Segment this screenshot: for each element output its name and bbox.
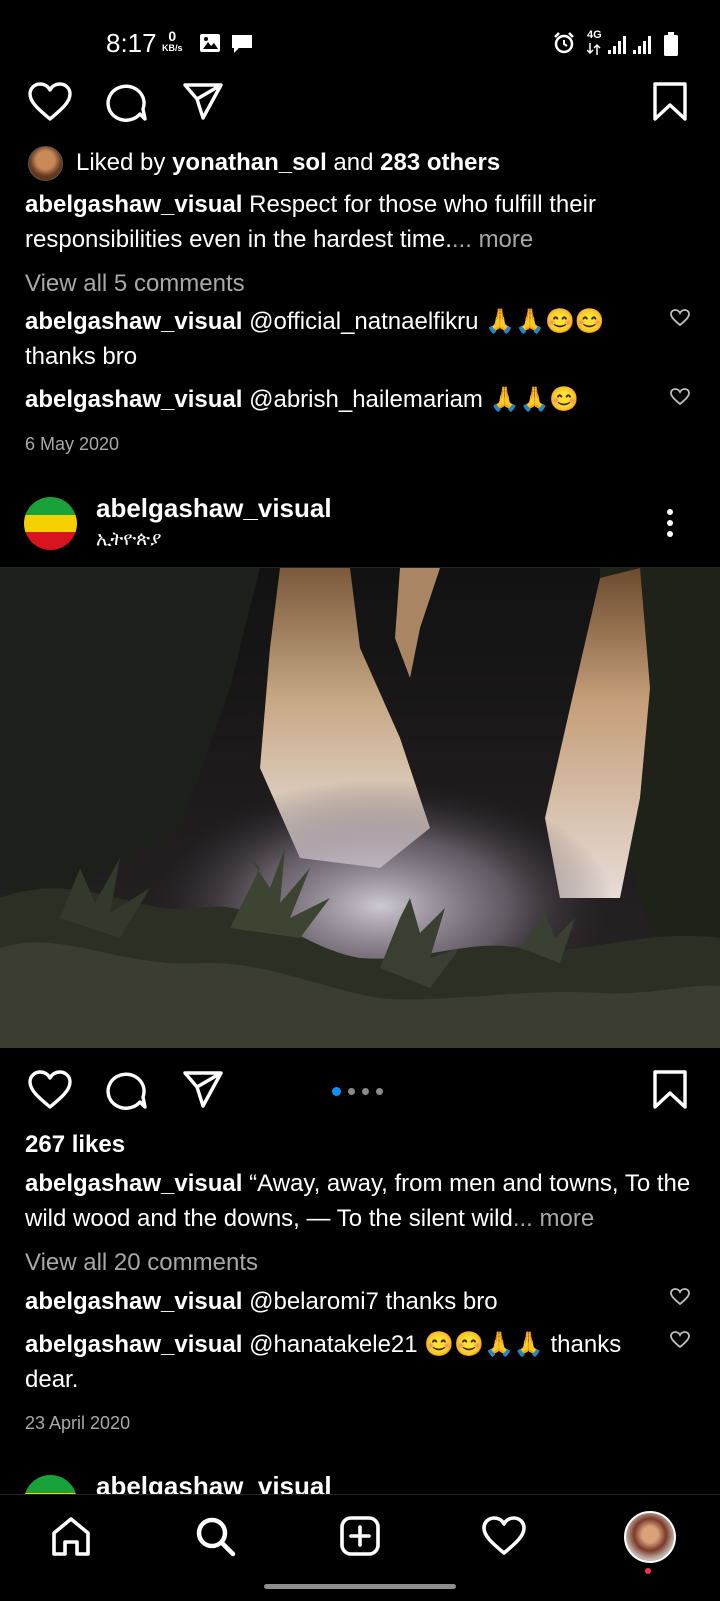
share-button[interactable] — [182, 1070, 224, 1115]
view-all-comments[interactable]: View all 20 comments — [25, 1245, 258, 1280]
heart-icon — [28, 82, 72, 121]
post-date: 6 May 2020 — [25, 434, 120, 454]
liked-by-text[interactable]: Liked by yonathan_sol and 283 others — [76, 145, 500, 180]
alarm-icon — [554, 32, 574, 54]
post-image[interactable] — [0, 568, 720, 1048]
carousel-dot — [348, 1088, 355, 1095]
liker-avatar[interactable] — [28, 146, 63, 181]
post1-caption: abelgashaw_visual Respect for those who … — [25, 191, 596, 253]
heart-icon — [670, 1331, 690, 1349]
heart-icon — [670, 1288, 690, 1306]
add-post-icon — [340, 1516, 380, 1556]
comment-icon — [106, 84, 147, 122]
view-all-comments[interactable]: View all 5 comments — [25, 266, 245, 301]
carousel-dot — [332, 1087, 341, 1096]
network-speed: 0 KB/s — [162, 28, 183, 53]
save-button[interactable] — [652, 1070, 688, 1115]
caption-more[interactable]: ... more — [452, 226, 533, 253]
comment: abelgashaw_visual @official_natnaelfikru… — [25, 308, 605, 370]
status-bar: 8:17 0 KB/s 4G — [0, 0, 720, 88]
notification-dot — [645, 1568, 651, 1574]
nav-activity-button[interactable] — [482, 1516, 526, 1561]
post-username[interactable]: abelgashaw_visual — [96, 493, 332, 524]
carousel-dot — [362, 1088, 369, 1095]
bookmark-icon — [653, 1070, 687, 1109]
status-time: 8:17 — [106, 28, 157, 58]
heart-icon — [28, 1070, 72, 1109]
more-options-button[interactable] — [664, 508, 676, 538]
carousel-dot — [376, 1088, 383, 1095]
carousel-indicator — [332, 1082, 390, 1100]
comment: abelgashaw_visual @belaromi7 thanks bro — [25, 1288, 498, 1315]
nav-profile-avatar[interactable] — [624, 1511, 676, 1563]
comment-icon — [106, 1072, 147, 1110]
profile-avatar[interactable] — [24, 497, 77, 550]
gallery-icon — [200, 34, 220, 52]
post-location[interactable]: ኢትዮጵያ — [96, 529, 161, 551]
signal-icon-2 — [633, 36, 651, 54]
more-vertical-icon — [667, 509, 673, 537]
data-arrows-icon — [587, 43, 601, 55]
comment-like-button[interactable] — [670, 388, 690, 411]
battery-icon — [664, 32, 678, 56]
comment-like-button[interactable] — [670, 309, 690, 332]
caption-username[interactable]: abelgashaw_visual — [25, 191, 242, 218]
comment-like-button[interactable] — [670, 1331, 690, 1354]
save-button[interactable] — [652, 82, 688, 127]
caption-username[interactable]: abelgashaw_visual — [25, 1170, 242, 1197]
nav-home-button[interactable] — [50, 1515, 92, 1562]
comment: abelgashaw_visual @abrish_hailemariam 🙏🙏… — [25, 386, 580, 413]
comment-button[interactable] — [105, 82, 147, 127]
heart-icon — [670, 388, 690, 406]
network-type: 4G — [587, 29, 602, 41]
nav-search-button[interactable] — [194, 1515, 236, 1562]
waterfall-photo — [0, 568, 720, 1048]
signal-icon — [608, 36, 626, 54]
search-icon — [196, 1517, 236, 1557]
send-icon — [183, 1071, 223, 1108]
bookmark-icon — [653, 82, 687, 121]
send-icon — [183, 83, 223, 120]
home-indicator[interactable] — [264, 1584, 456, 1589]
heart-icon — [482, 1516, 526, 1555]
like-button[interactable] — [28, 82, 72, 127]
comment-button[interactable] — [105, 1070, 147, 1115]
post-date: 23 April 2020 — [25, 1413, 131, 1433]
nav-create-button[interactable] — [339, 1515, 381, 1562]
comment: abelgashaw_visual @hanatakele21 😊😊🙏🙏 tha… — [25, 1331, 622, 1393]
caption-more[interactable]: ... more — [513, 1205, 594, 1232]
heart-icon — [670, 309, 690, 327]
like-button[interactable] — [28, 1070, 72, 1115]
message-icon — [232, 35, 252, 53]
share-button[interactable] — [182, 82, 224, 127]
post2-caption: abelgashaw_visual “Away, away, from men … — [25, 1170, 691, 1232]
likes-count[interactable]: 267 likes — [25, 1127, 125, 1162]
home-icon — [52, 1517, 90, 1556]
comment-like-button[interactable] — [670, 1288, 690, 1311]
